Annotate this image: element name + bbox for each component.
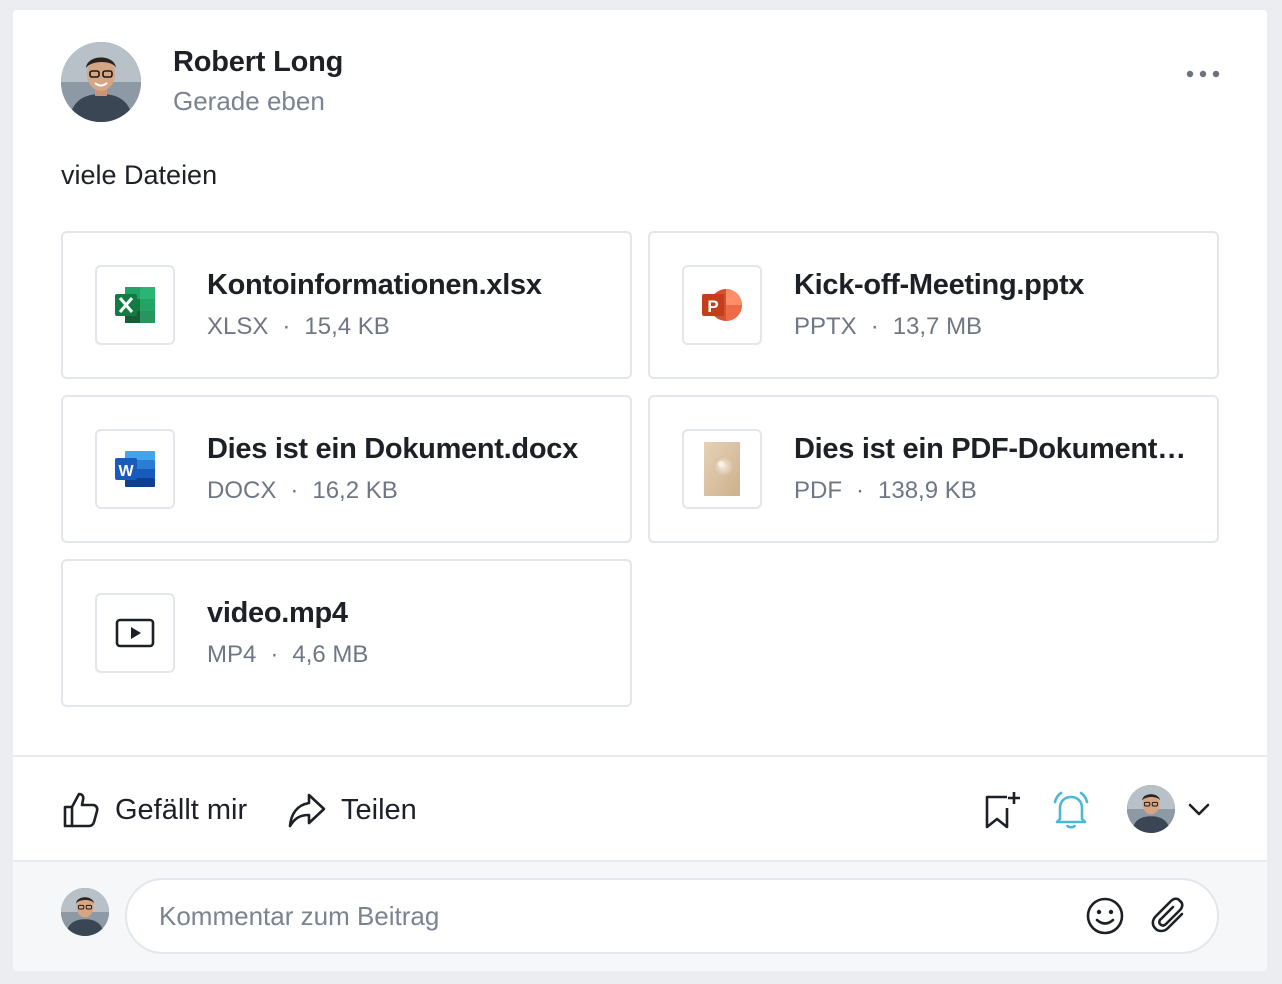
separator-dot: · [856, 477, 864, 504]
comment-input[interactable] [159, 896, 1059, 936]
more-options-button[interactable] [1183, 62, 1223, 86]
file-meta: PPTX · 13,7 MB [794, 313, 982, 341]
attach-button[interactable] [1147, 894, 1191, 938]
bookmark-plus-icon [985, 792, 1020, 829]
file-meta: XLSX · 15,4 KB [207, 313, 390, 341]
commenter-avatar [61, 888, 109, 936]
video-play-icon [115, 618, 155, 648]
separator-dot: · [290, 477, 299, 504]
more-dots-icon [1186, 70, 1220, 78]
separator-dot: · [282, 313, 291, 340]
file-size: 16,2 KB [312, 477, 398, 504]
author-avatar[interactable] [61, 42, 141, 122]
author-name[interactable]: Robert Long [173, 46, 343, 79]
file-name: Kick-off-Meeting.pptx [794, 269, 1085, 301]
separator-dot: · [870, 313, 879, 340]
post-text: viele Dateien [61, 160, 218, 190]
divider [13, 755, 1267, 757]
file-type: PDF [794, 477, 842, 504]
emoji-button[interactable] [1083, 894, 1127, 938]
share-arrow-icon [288, 793, 326, 828]
separator-dot: · [270, 641, 279, 668]
word-icon: W [115, 451, 155, 487]
file-type: DOCX [207, 477, 277, 504]
file-size: 138,9 KB [878, 477, 977, 504]
file-size: 13,7 MB [892, 313, 983, 340]
file-card-pptx[interactable]: P Kick-off-Meeting.pptx PPTX · 13,7 MB [648, 231, 1219, 379]
svg-text:W: W [118, 463, 134, 480]
bell-icon [1053, 791, 1089, 829]
file-name: Kontoinformationen.xlsx [207, 269, 542, 301]
file-card-docx[interactable]: W Dies ist ein Dokument.docx DOCX · 16,2 K… [61, 395, 632, 543]
file-name: Dies ist ein PDF-Dokument… [794, 433, 1186, 465]
like-button[interactable]: Gefällt mir [61, 786, 247, 834]
file-meta: DOCX · 16,2 KB [207, 477, 398, 505]
share-button[interactable]: Teilen [287, 786, 417, 834]
svg-text:P: P [707, 297, 718, 316]
thumbs-up-icon [63, 792, 99, 828]
file-type: XLSX [207, 313, 269, 340]
file-name: Dies ist ein Dokument.docx [207, 433, 578, 465]
file-card-xlsx[interactable]: Kontoinformationen.xlsx XLSX · 15,4 KB [61, 231, 632, 379]
paperclip-icon [1151, 897, 1184, 933]
share-label: Teilen [341, 793, 417, 826]
bookmark-add-button[interactable] [977, 786, 1025, 834]
chevron-down-icon [1188, 803, 1210, 816]
file-type: MP4 [207, 641, 257, 668]
file-meta: MP4 · 4,6 MB [207, 641, 368, 669]
file-meta: PDF · 138,9 KB [794, 477, 977, 505]
viewer-avatar[interactable] [1127, 785, 1175, 833]
file-size: 15,4 KB [304, 313, 390, 340]
excel-icon [115, 287, 155, 323]
file-card-mp4[interactable]: video.mp4 MP4 · 4,6 MB [61, 559, 632, 707]
notification-bell-button[interactable] [1047, 786, 1095, 834]
pdf-thumbnail [704, 442, 740, 496]
file-name: video.mp4 [207, 597, 348, 629]
post-card: Robert Long Gerade eben viele Dateien Ko… [13, 10, 1267, 971]
file-size: 4,6 MB [292, 641, 369, 668]
comment-field [125, 878, 1219, 954]
audience-dropdown-button[interactable] [1183, 796, 1215, 824]
file-card-pdf[interactable]: Dies ist ein PDF-Dokument… PDF · 138,9 KB [648, 395, 1219, 543]
like-label: Gefällt mir [115, 793, 248, 826]
post-timestamp: Gerade eben [173, 86, 325, 116]
smiley-icon [1086, 897, 1124, 935]
file-type: PPTX [794, 313, 857, 340]
powerpoint-icon: P [702, 289, 742, 321]
